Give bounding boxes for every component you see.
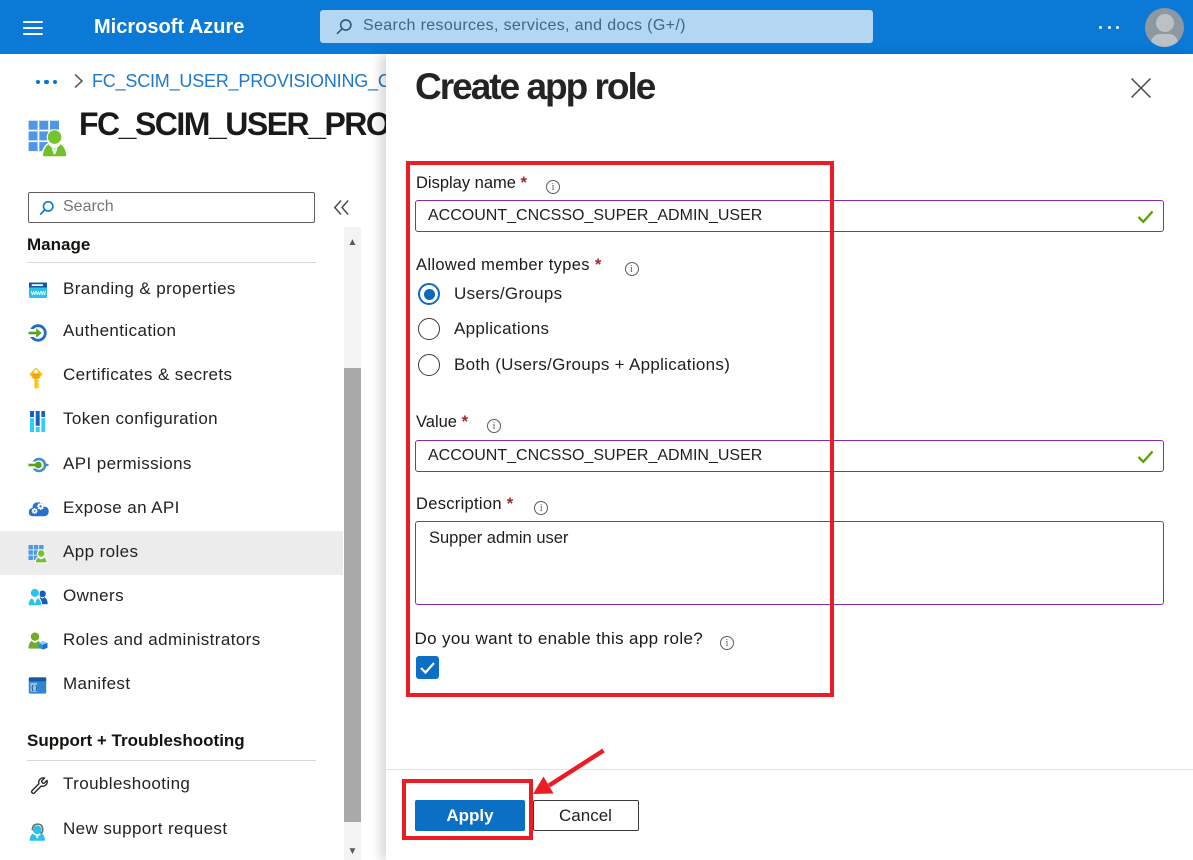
svg-text:{ }: { } (31, 685, 38, 692)
svg-text:WWW: WWW (31, 290, 47, 296)
